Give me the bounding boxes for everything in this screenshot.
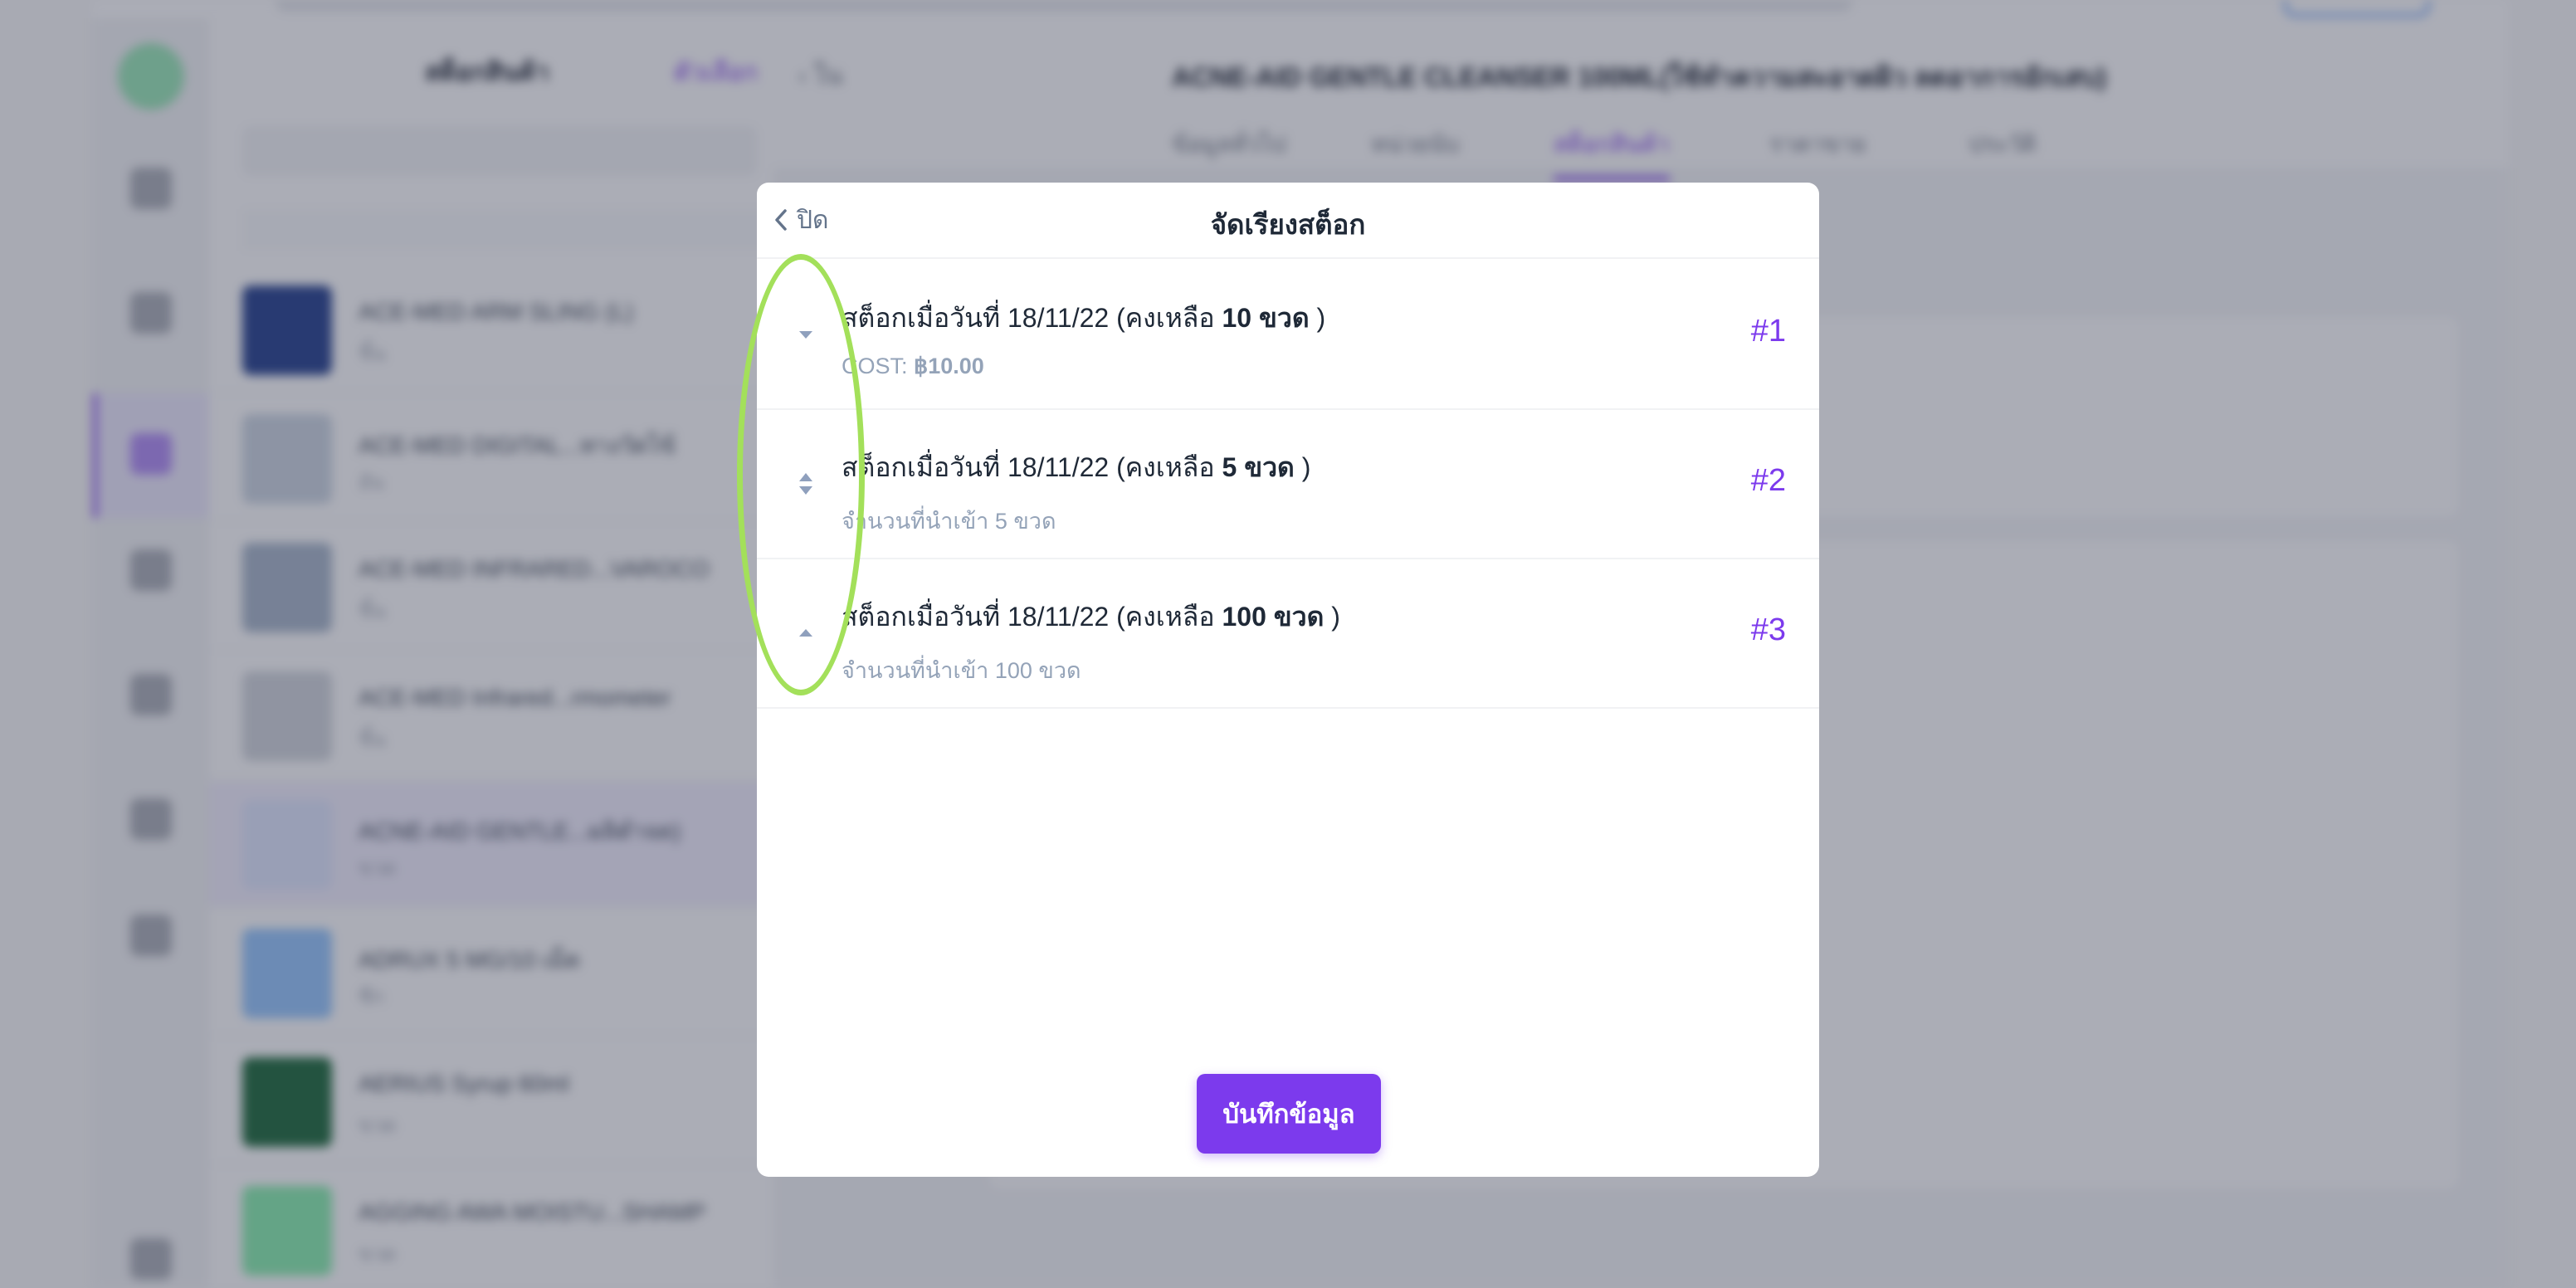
cost-value: ฿10.00 — [914, 354, 984, 378]
stock-lot-rank: #3 — [1750, 612, 1786, 647]
stock-lot-date: สต็อกเมื่อวันที่ 18/11/22 (คงเหลือ — [842, 602, 1222, 632]
stock-lot-title: สต็อกเมื่อวันที่ 18/11/22 (คงเหลือ 10 ขว… — [842, 297, 1325, 339]
stock-lot-title: สต็อกเมื่อวันที่ 18/11/22 (คงเหลือ 100 ข… — [842, 596, 1340, 638]
stock-lot-cost: COST: ฿10.00 — [842, 354, 984, 379]
stock-lot-suffix: ) — [1309, 303, 1326, 333]
cost-label: COST: — [842, 354, 915, 378]
chevron-up-icon[interactable] — [785, 612, 827, 654]
modal-header: ปิด จัดเรียงสต็อก — [757, 183, 1819, 259]
stock-lot-date: สต็อกเมื่อวันที่ 18/11/22 (คงเหลือ — [842, 303, 1222, 333]
stock-lot-qty: 10 ขวด — [1222, 303, 1310, 333]
stock-lot-rank: #1 — [1750, 314, 1786, 349]
stock-lot-row[interactable]: สต็อกเมื่อวันที่ 18/11/22 (คงเหลือ 10 ขว… — [757, 259, 1819, 410]
stock-lot-title: สต็อกเมื่อวันที่ 18/11/22 (คงเหลือ 5 ขวด… — [842, 446, 1310, 489]
stock-lot-imported: จำนวนที่นำเข้า 100 ขวด — [842, 658, 1081, 683]
stock-lot-date: สต็อกเมื่อวันที่ 18/11/22 (คงเหลือ — [842, 452, 1222, 482]
stock-lot-row[interactable]: สต็อกเมื่อวันที่ 18/11/22 (คงเหลือ 5 ขวด… — [757, 408, 1819, 559]
sort-up-down-icon[interactable] — [785, 463, 827, 505]
stock-lot-qty: 5 ขวด — [1222, 452, 1295, 482]
modal-title: จัดเรียงสต็อก — [1210, 209, 1366, 240]
sort-stock-modal: ปิด จัดเรียงสต็อก สต็อกเมื่อวันที่ 18/11… — [757, 183, 1819, 1177]
stock-lot-imported: จำนวนที่นำเข้า 5 ขวด — [842, 509, 1056, 534]
stock-lot-row[interactable]: สต็อกเมื่อวันที่ 18/11/22 (คงเหลือ 100 ข… — [757, 558, 1819, 709]
stock-lot-suffix: ) — [1294, 452, 1311, 482]
stock-lot-rank: #2 — [1750, 463, 1786, 498]
stock-lot-qty: 100 ขวด — [1222, 602, 1325, 632]
chevron-down-icon[interactable] — [785, 314, 827, 355]
save-button[interactable]: บันทึกข้อมูล — [1197, 1074, 1381, 1154]
stock-lot-suffix: ) — [1324, 602, 1340, 632]
